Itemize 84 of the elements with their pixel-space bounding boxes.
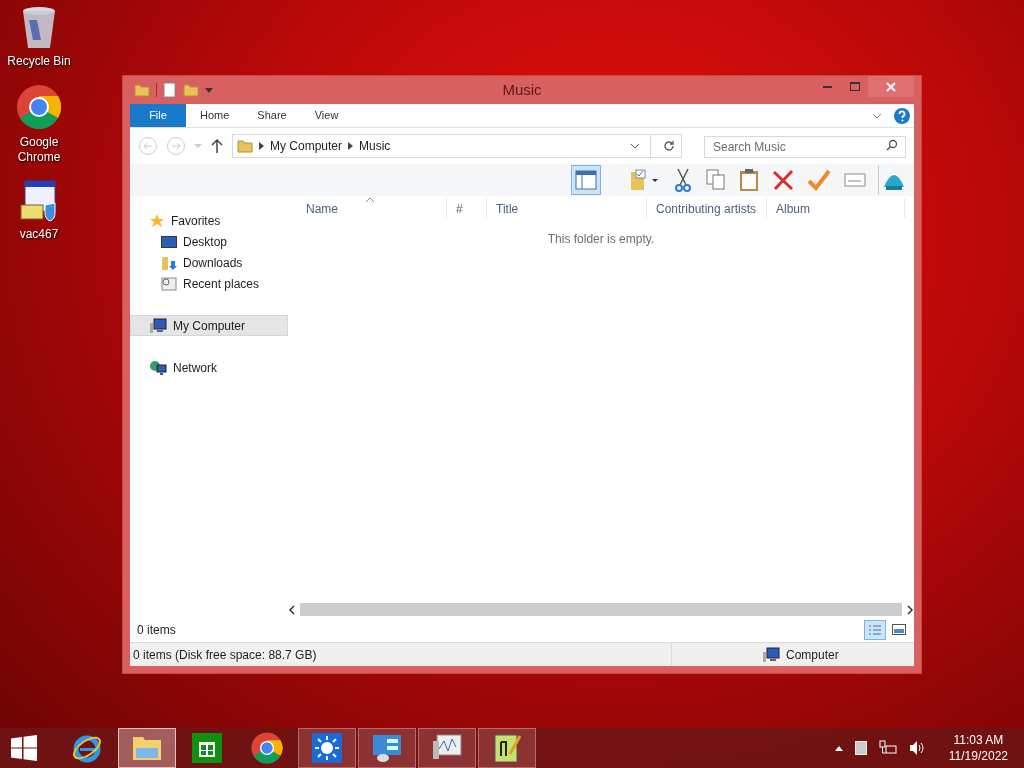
preview-image-icon [892, 624, 906, 636]
scissors-icon [673, 168, 693, 192]
nav-item[interactable]: Desktop [130, 231, 288, 252]
chevron-down-icon[interactable] [630, 142, 640, 150]
maximize-icon [849, 82, 860, 91]
column-header[interactable]: Title [487, 198, 647, 218]
desktop-shortcut[interactable]: vac467 [1, 179, 77, 242]
status-text: 0 items (Disk free space: 88.7 GB) [130, 643, 672, 666]
nav-item[interactable]: Recent places [130, 273, 288, 294]
clipboard-icon [739, 168, 759, 192]
network-status-icon[interactable] [878, 740, 897, 756]
rename-icon [844, 172, 866, 188]
ribbon-tab[interactable]: Home [186, 104, 244, 127]
downloads-folder-icon [161, 254, 177, 271]
notepad-icon [492, 732, 522, 764]
folder-icon [237, 138, 253, 154]
toolbar-button[interactable] [571, 165, 601, 195]
minimize-icon [823, 85, 832, 88]
desktop-icon [161, 234, 177, 249]
window-title: Music [502, 79, 542, 100]
delete-icon [772, 169, 794, 191]
control-panel-icon [371, 733, 403, 763]
recycle-bin-icon [21, 6, 57, 50]
details-list-icon [868, 624, 882, 636]
store-icon [192, 733, 222, 763]
scroll-left-icon[interactable] [288, 604, 296, 615]
column-header[interactable]: # [447, 198, 487, 218]
taskbar-app-button[interactable] [358, 728, 416, 768]
action-center-icon[interactable] [854, 741, 867, 755]
network-icon [149, 359, 167, 376]
chrome-logo-icon [15, 83, 63, 131]
address-bar[interactable]: My Computer Music [232, 134, 682, 158]
desktop-shortcut[interactable]: Google Chrome [1, 83, 77, 165]
empty-folder-message: This folder is empty. [547, 231, 655, 248]
chevron-down-icon[interactable] [872, 111, 882, 120]
star-icon [149, 212, 165, 229]
refresh-icon[interactable] [663, 140, 675, 152]
folder-checklist-icon [630, 169, 660, 191]
up-arrow-icon[interactable] [210, 138, 224, 154]
folder-icon [134, 82, 150, 98]
recent-places-icon [161, 275, 177, 292]
properties-icon[interactable] [163, 82, 177, 98]
breadcrumb[interactable]: Music [359, 137, 391, 155]
scroll-right-icon[interactable] [906, 604, 914, 615]
close-icon [886, 81, 896, 92]
chrome-logo-icon [250, 731, 284, 765]
help-icon[interactable] [894, 107, 910, 124]
nav-item[interactable]: Downloads [130, 252, 288, 273]
new-folder-icon [183, 82, 199, 98]
column-header[interactable]: Contributing artists [647, 198, 767, 218]
horizontal-scrollbar[interactable] [288, 601, 914, 618]
column-header[interactable]: Album [767, 198, 905, 218]
nav-item[interactable]: Network [130, 357, 288, 378]
ribbon-tab[interactable]: Share [243, 104, 301, 127]
copy-icon [706, 169, 726, 191]
search-icon [886, 139, 898, 151]
column-header[interactable]: Name [297, 198, 447, 218]
close-button[interactable] [868, 76, 914, 97]
volume-icon[interactable] [908, 740, 925, 756]
taskbar-app-button[interactable] [418, 728, 476, 768]
search-field[interactable]: Search Music [704, 136, 906, 158]
computer-icon [149, 317, 167, 334]
taskbar-app-button[interactable] [298, 728, 356, 768]
file-explorer-icon [131, 734, 163, 762]
nav-item[interactable]: Favorites [130, 210, 288, 231]
item-count: 0 items [137, 622, 176, 639]
breadcrumb-arrow-icon [348, 142, 354, 150]
desktop-shortcut[interactable]: Recycle Bin [1, 6, 77, 69]
breadcrumb[interactable]: My Computer [270, 137, 343, 155]
clock[interactable]: 11:03 AM 11/19/2022 [944, 732, 1012, 764]
dropdown-caret-icon[interactable] [205, 86, 213, 94]
nav-item[interactable]: My Computer [130, 315, 288, 336]
taskbar-app-button[interactable] [478, 728, 536, 768]
preview-pane-icon [575, 170, 597, 190]
windows-logo-icon [11, 735, 37, 761]
breadcrumb-arrow-icon [259, 142, 264, 150]
sort-caret-icon [366, 197, 374, 202]
status-location: Computer [786, 646, 839, 664]
ribbon-tab[interactable]: View [300, 104, 353, 127]
ribbon-tab[interactable]: File [130, 104, 186, 127]
computer-icon [762, 646, 780, 663]
show-hidden-icons-icon[interactable] [834, 745, 843, 751]
sun-icon [312, 733, 342, 763]
checkmark-icon [807, 169, 831, 191]
